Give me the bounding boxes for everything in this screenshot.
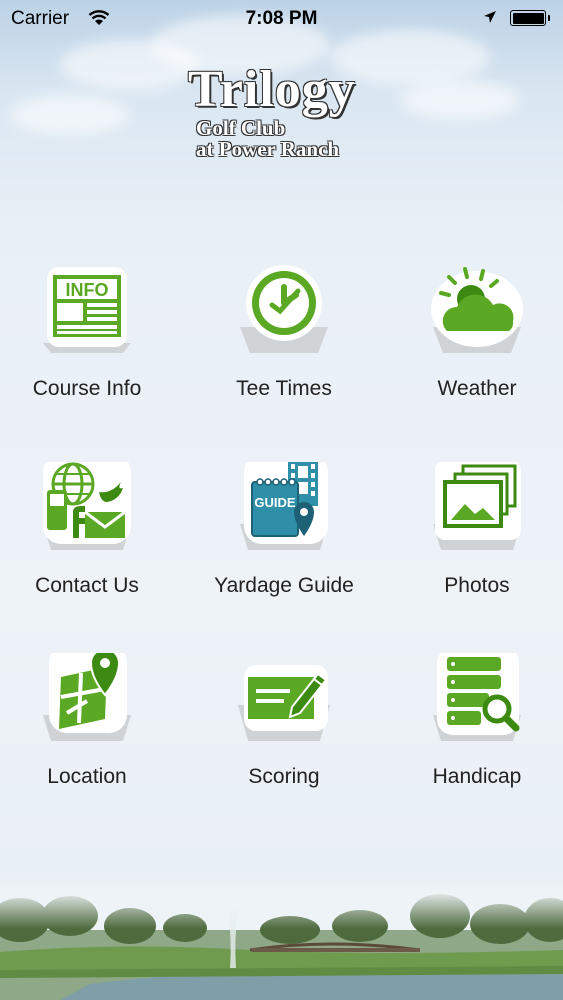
menu-label: Scoring bbox=[248, 765, 320, 788]
scorecard-pencil-icon bbox=[234, 653, 334, 753]
menu-photos[interactable]: Photos bbox=[387, 462, 563, 597]
clock-time: 7:08 PM bbox=[245, 8, 318, 29]
menu-location[interactable]: Location bbox=[0, 653, 177, 788]
menu-yardage-guide[interactable]: GUIDE Yardage Guide bbox=[194, 462, 374, 597]
golf-course-scenery bbox=[0, 890, 563, 1000]
map-pin-icon bbox=[37, 653, 137, 753]
logo-subtitle-1: Golf Club bbox=[196, 116, 286, 140]
menu-label: Yardage Guide bbox=[214, 574, 354, 597]
menu-contact-us[interactable]: Contact Us bbox=[0, 462, 177, 597]
battery-tip bbox=[548, 15, 550, 21]
menu-handicap[interactable]: Handicap bbox=[387, 653, 563, 788]
battery-icon bbox=[510, 10, 546, 26]
guide-badge-text: GUIDE bbox=[254, 495, 296, 510]
logo-subtitle-2: at Power Ranch bbox=[196, 137, 340, 161]
menu-course-info[interactable]: INFO Course Info bbox=[0, 265, 177, 400]
menu-tee-times[interactable]: Tee Times bbox=[194, 265, 374, 400]
menu-label: Location bbox=[47, 765, 127, 788]
menu-label: Contact Us bbox=[35, 574, 139, 597]
menu-label: Tee Times bbox=[236, 377, 332, 400]
menu-weather[interactable]: Weather bbox=[387, 265, 563, 400]
contact-globe-phone-icon bbox=[37, 462, 137, 562]
status-bar: Carrier 7:08 PM bbox=[0, 0, 563, 38]
info-newspaper-icon: INFO bbox=[37, 265, 137, 365]
clock-icon bbox=[234, 265, 334, 365]
menu-label: Weather bbox=[437, 377, 517, 400]
logo-title: Trilogy bbox=[188, 61, 356, 118]
photos-icon bbox=[427, 462, 527, 562]
guide-book-icon: GUIDE bbox=[234, 462, 334, 562]
info-badge-text: INFO bbox=[66, 280, 109, 300]
sun-cloud-icon bbox=[427, 265, 527, 365]
database-search-icon bbox=[427, 653, 527, 753]
location-arrow-icon bbox=[484, 11, 496, 23]
menu-label: Handicap bbox=[432, 765, 522, 788]
menu-label: Photos bbox=[444, 574, 510, 597]
menu-scoring[interactable]: Scoring bbox=[194, 653, 374, 788]
menu-label: Course Info bbox=[32, 377, 142, 400]
club-logo: Trilogy Golf Club at Power Ranch bbox=[188, 62, 388, 162]
